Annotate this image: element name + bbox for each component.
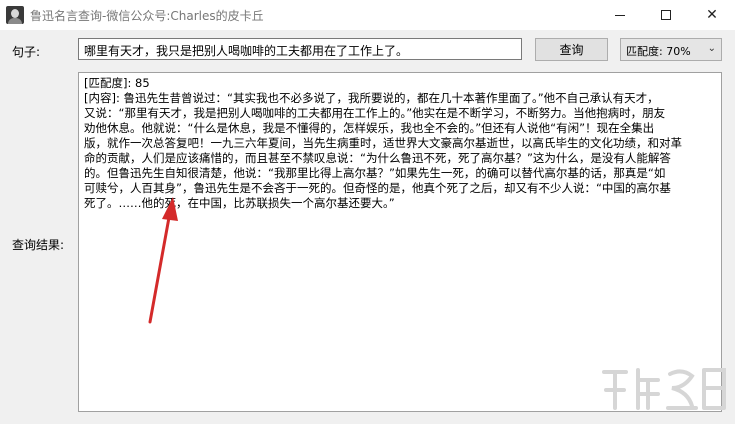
title-bar: 鲁迅名言查询-微信公众号:Charles的皮卡丘 ✕: [0, 0, 735, 30]
result-line: 命的贡献，人们是应该痛惜的，而且甚至不禁叹息说：“为什么鲁迅不死，死了高尔基？”…: [84, 151, 671, 165]
result-line: [内容]: 鲁迅先生昔曾说过：“其实我也不必多说了，我所要说的，都在几十本著作里…: [84, 91, 659, 105]
close-button[interactable]: ✕: [689, 0, 735, 30]
maximize-icon: [661, 10, 671, 20]
minimize-button[interactable]: [597, 0, 643, 30]
result-line: 死了。……他的死，在中国，比苏联损失一个高尔基还要大。”: [84, 196, 395, 210]
result-line: 的。但鲁迅先生自知很清楚，他说：“我那里比得上高尔基？”如果先生一死，的确可以替…: [84, 166, 666, 180]
sentence-input[interactable]: 哪里有天才，我只是把别人喝咖啡的工夫都用在了工作上了。: [78, 38, 522, 60]
result-line: 版，就作一次总答复吧！一九三六年夏间，当先生病重时，适世界大文豪高尔基逝世，以高…: [84, 136, 682, 150]
match-degree-value: 匹配度: 70%: [626, 45, 691, 58]
close-icon: ✕: [706, 7, 718, 23]
query-button[interactable]: 查询: [535, 38, 608, 61]
result-line: [匹配度]: 85: [84, 76, 150, 90]
result-line: 可赎兮，人百其身”，鲁迅先生是不会吝于一死的。但奇怪的是，他真个死了之后，却又有…: [84, 181, 671, 195]
match-degree-select[interactable]: 匹配度: 70% ⌄: [620, 38, 722, 61]
minimize-icon: [615, 14, 625, 16]
result-line: 劝他休息。他就说：“什么是休息，我是不懂得的，怎样娱乐，我也全不会的。”但还有人…: [84, 121, 655, 135]
window-title: 鲁迅名言查询-微信公众号:Charles的皮卡丘: [30, 9, 264, 23]
sentence-label: 句子:: [12, 45, 41, 59]
maximize-button[interactable]: [643, 0, 689, 30]
result-line: 又说：“那里有天才，我是把别人喝咖啡的工夫都用在工作上的。”他实在是不断学习，不…: [84, 106, 666, 120]
app-avatar-icon: [6, 6, 24, 24]
result-label: 查询结果:: [12, 238, 65, 252]
watermark-logo: [602, 368, 726, 410]
chevron-down-icon: ⌄: [707, 43, 716, 54]
